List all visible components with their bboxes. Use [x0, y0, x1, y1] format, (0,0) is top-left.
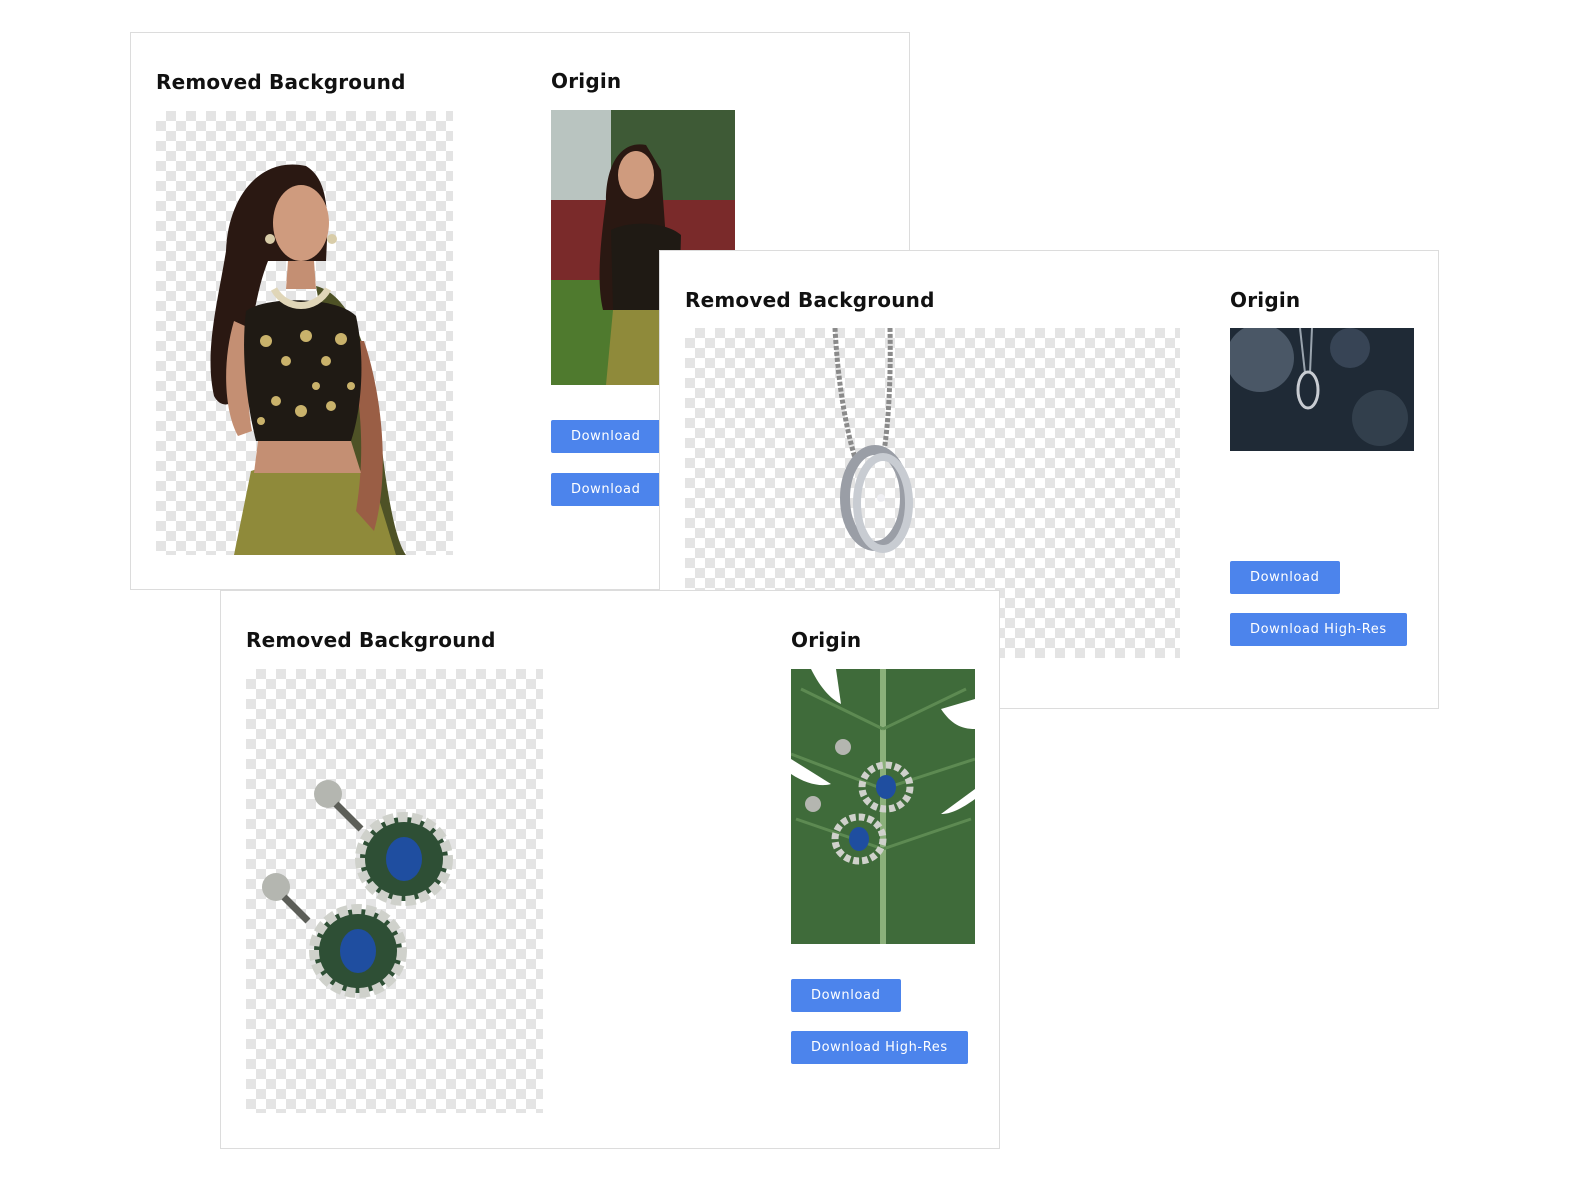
origin-title: Origin [1230, 288, 1301, 312]
result-card-earrings: Removed Background Origin Download Downl… [220, 590, 1000, 1149]
removed-background-title: Removed Background [156, 70, 406, 94]
removed-background-image [246, 669, 543, 1113]
removed-background-title: Removed Background [685, 288, 935, 312]
download-button[interactable]: Download [791, 979, 901, 1012]
origin-image [1230, 328, 1414, 451]
download-button[interactable]: Download [551, 420, 661, 453]
download-button[interactable]: Download [1230, 561, 1340, 594]
removed-background-image [156, 111, 453, 555]
download-high-res-button[interactable]: Download High-Res [791, 1031, 968, 1064]
download-high-res-button[interactable]: Download High-Res [1230, 613, 1407, 646]
origin-title: Origin [551, 69, 622, 93]
origin-title: Origin [791, 628, 862, 652]
origin-image [791, 669, 975, 944]
removed-background-title: Removed Background [246, 628, 496, 652]
